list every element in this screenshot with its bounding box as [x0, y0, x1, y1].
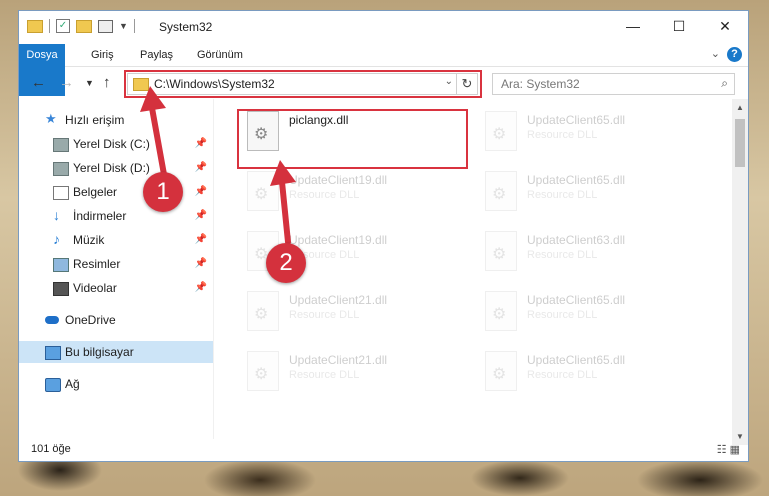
step-badge-2: 2 — [266, 243, 306, 283]
annotation-arrow-1 — [140, 86, 296, 245]
step-badge-1: 1 — [143, 172, 183, 212]
